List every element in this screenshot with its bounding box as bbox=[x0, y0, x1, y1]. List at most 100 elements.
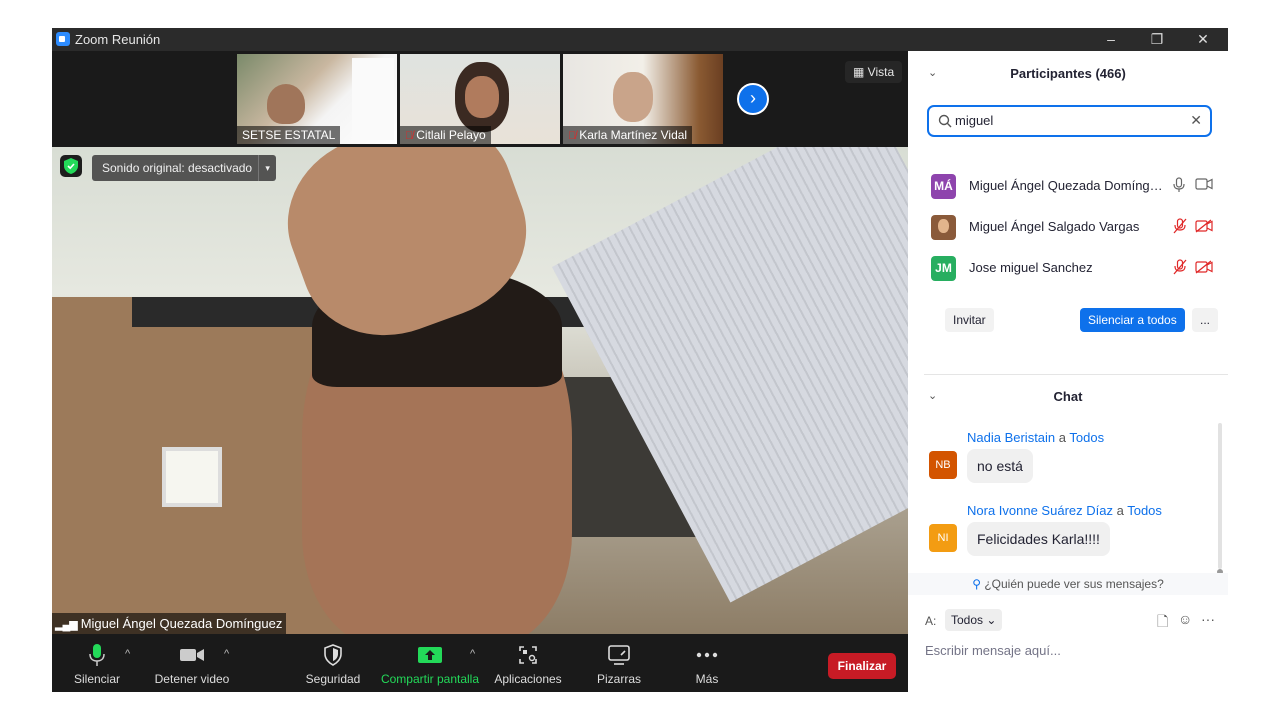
minimize-button[interactable]: – bbox=[1088, 28, 1134, 51]
more-button[interactable]: Más bbox=[682, 642, 732, 686]
view-button[interactable]: ▦ Vista bbox=[845, 61, 903, 83]
participants-more-button[interactable]: ... bbox=[1191, 308, 1218, 332]
video-camera-icon bbox=[152, 642, 232, 668]
to-label: A: bbox=[925, 614, 937, 628]
emoji-icon[interactable]: ☺ bbox=[1178, 611, 1192, 627]
chat-scrollbar[interactable] bbox=[1217, 423, 1223, 575]
signal-strength-icon: ▂▄▆ bbox=[55, 619, 78, 631]
original-sound-toggle[interactable]: Sonido original: desactivado ▾ bbox=[92, 155, 277, 181]
file-icon[interactable]: 🗋 bbox=[1157, 611, 1168, 635]
chat-sender-line: Nora Ivonne Suárez Díaz a Todos bbox=[967, 503, 1162, 518]
video-camera-off-icon[interactable] bbox=[1195, 260, 1213, 274]
microphone-muted-icon[interactable] bbox=[1173, 259, 1187, 275]
who-can-see-label: ¿Quién puede ver sus mensajes? bbox=[984, 577, 1164, 591]
grid-icon: ▦ bbox=[853, 65, 868, 79]
microphone-muted-icon[interactable] bbox=[1173, 218, 1187, 234]
shield-icon bbox=[302, 642, 364, 668]
collapse-chat-chevron-icon[interactable]: ⌄ bbox=[928, 389, 937, 402]
participant-face bbox=[267, 84, 305, 124]
close-window-button[interactable]: ✕ bbox=[1180, 28, 1226, 51]
chat-recipient: Todos bbox=[1127, 503, 1162, 518]
chat-to-word: a bbox=[1116, 503, 1124, 518]
participant-search-input[interactable]: miguel ✕ bbox=[927, 105, 1212, 137]
video-camera-off-icon[interactable] bbox=[1195, 219, 1213, 233]
shared-document-preview bbox=[352, 58, 394, 140]
window-title: Zoom Reunión bbox=[75, 32, 161, 47]
thumbnail-name: Karla Martínez Vidal bbox=[579, 128, 688, 142]
original-sound-dropdown-caret[interactable]: ▾ bbox=[258, 155, 276, 181]
stop-video-button[interactable]: Detener video bbox=[152, 642, 232, 686]
mic-muted-icon: 🎙̸ bbox=[405, 130, 414, 142]
share-screen-icon bbox=[379, 642, 481, 668]
participant-row[interactable]: Miguel Ángel Salgado Vargas bbox=[908, 210, 1228, 244]
chat-header: ⌄ Chat bbox=[908, 389, 1228, 409]
participant-name: Miguel Ángel Quezada Domínguez bbox=[969, 178, 1169, 193]
active-speaker-name: Miguel Ángel Quezada Domínguez bbox=[80, 616, 283, 631]
thumbnail-label: 🎙̸ Karla Martínez Vidal bbox=[563, 126, 693, 144]
chat-message-input[interactable]: Escribir mensaje aquí... bbox=[925, 643, 1215, 663]
thumbnail-strip: SETSE ESTATAL 🎙̸ Citlali Pelayo 🎙̸ Karla M… bbox=[52, 51, 908, 147]
share-screen-button[interactable]: Compartir pantalla bbox=[379, 642, 481, 686]
end-meeting-button[interactable]: Finalizar bbox=[828, 653, 896, 679]
background-picture bbox=[162, 447, 222, 507]
thumbnail-citlali-pelayo[interactable]: 🎙̸ Citlali Pelayo bbox=[400, 54, 560, 144]
chat-sender-name[interactable]: Nora Ivonne Suárez Díaz bbox=[967, 503, 1113, 518]
video-options-caret[interactable]: ^ bbox=[224, 648, 229, 660]
chat-to-word: a bbox=[1058, 430, 1067, 445]
person-icon: ⚲ bbox=[972, 577, 985, 591]
title-bar: Zoom Reunión – ❐ ✕ bbox=[52, 28, 1228, 51]
recipient-select[interactable]: Todos ⌄ bbox=[945, 609, 1003, 631]
whiteboards-button[interactable]: Pizarras bbox=[592, 642, 646, 686]
participant-face bbox=[613, 72, 653, 122]
chat-recipient: Todos bbox=[1069, 430, 1105, 445]
share-options-caret[interactable]: ^ bbox=[470, 648, 475, 660]
restore-button[interactable]: ❐ bbox=[1134, 28, 1180, 51]
participant-name: Miguel Ángel Salgado Vargas bbox=[969, 219, 1140, 234]
zoom-app-icon bbox=[56, 32, 70, 46]
search-value: miguel bbox=[955, 113, 994, 128]
thumbnail-setse-estatal[interactable]: SETSE ESTATAL bbox=[237, 54, 397, 144]
chat-recipient-row: A: Todos ⌄ 🗋 ☺ ··· bbox=[925, 609, 1215, 633]
apps-button[interactable]: Aplicaciones bbox=[493, 642, 563, 686]
chat-sender-name[interactable]: Nadia Beristain bbox=[967, 430, 1055, 445]
stop-video-label: Detener video bbox=[154, 672, 230, 686]
more-dots-icon bbox=[682, 642, 732, 668]
view-button-label: Vista bbox=[867, 65, 895, 79]
whiteboards-label: Pizarras bbox=[596, 672, 641, 686]
collapse-participants-chevron-icon[interactable]: ⌄ bbox=[928, 66, 937, 79]
thumbnail-karla-martinez-vidal[interactable]: 🎙̸ Karla Martínez Vidal bbox=[563, 54, 723, 144]
apps-icon bbox=[493, 642, 563, 668]
encryption-shield-icon[interactable] bbox=[60, 155, 82, 177]
thumbnail-label: 🎙̸ Citlali Pelayo bbox=[400, 126, 491, 144]
zoom-window: Zoom Reunión – ❐ ✕ SETSE ESTATAL 🎙̸ Citla… bbox=[52, 28, 1228, 692]
meeting-toolbar: Silenciar ^ Detener video ^ Seguridad Co… bbox=[52, 634, 908, 692]
active-speaker-video: Sonido original: desactivado ▾ ▂▄▆ Miguel… bbox=[52, 147, 908, 634]
chat-title: Chat bbox=[1053, 389, 1083, 404]
who-can-see-messages-link[interactable]: ⚲ ¿Quién puede ver sus mensajes? bbox=[908, 573, 1228, 595]
chat-more-icon[interactable]: ··· bbox=[1201, 611, 1215, 627]
avatar bbox=[931, 215, 956, 240]
audio-options-caret[interactable]: ^ bbox=[125, 648, 130, 660]
mute-all-button[interactable]: Silenciar a todos bbox=[1080, 308, 1185, 332]
video-camera-icon[interactable] bbox=[1195, 178, 1213, 190]
invite-button[interactable]: Invitar bbox=[945, 308, 994, 332]
participant-row[interactable]: JM Jose miguel Sanchez bbox=[908, 251, 1228, 285]
chat-message-bubble: no está bbox=[967, 449, 1033, 483]
more-label: Más bbox=[695, 672, 719, 686]
next-participants-arrow-button[interactable]: › bbox=[737, 83, 769, 115]
microphone-icon[interactable] bbox=[1173, 177, 1185, 193]
mute-button[interactable]: Silenciar bbox=[70, 642, 124, 686]
chat-sender-line: Nadia Beristain a Todos bbox=[967, 430, 1104, 445]
mic-muted-icon: 🎙̸ bbox=[568, 130, 577, 142]
side-panel: ⌄ Participantes (466) miguel ✕ MÁ Miguel… bbox=[908, 51, 1228, 692]
security-label: Seguridad bbox=[305, 672, 361, 686]
security-button[interactable]: Seguridad bbox=[302, 642, 364, 686]
active-speaker-name-tag: ▂▄▆ Miguel Ángel Quezada Domínguez bbox=[52, 613, 287, 634]
avatar: JM bbox=[931, 256, 956, 281]
share-screen-label: Compartir pantalla bbox=[380, 672, 480, 686]
clear-search-icon[interactable]: ✕ bbox=[1190, 112, 1202, 129]
participant-row[interactable]: MÁ Miguel Ángel Quezada Domínguez bbox=[908, 169, 1228, 203]
search-icon bbox=[938, 114, 952, 128]
whiteboard-icon bbox=[592, 642, 646, 668]
chat-message-bubble: Felicidades Karla!!!! bbox=[967, 522, 1110, 556]
